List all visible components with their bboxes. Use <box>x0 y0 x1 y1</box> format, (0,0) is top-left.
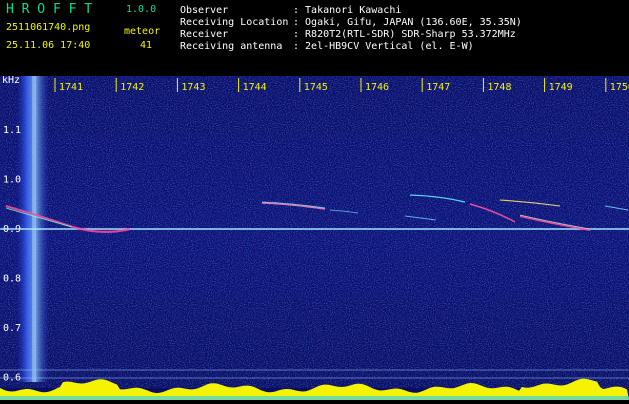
spectrogram-noise <box>0 76 629 400</box>
x-tick-label: 1750 <box>610 82 629 93</box>
info-key-location: Receiving Location <box>180 17 289 28</box>
x-tick-label: 1741 <box>59 82 83 93</box>
spectrogram-panel: kHz 1.1 1.0 0.9 0.8 0.7 0.6 1741 1742 1743 1744 1… <box>0 75 629 400</box>
y-tick-label: 1.0 <box>3 175 21 186</box>
meteor-label: meteor <box>124 26 161 37</box>
info-value-antenna: : 2el-HB9CV Vertical (el. E-W) <box>293 41 474 52</box>
histogram-base-strip <box>0 396 629 400</box>
meteor-count: 41 <box>140 40 153 51</box>
x-tick-label: 1747 <box>426 82 450 93</box>
file-name: 2511061740.png <box>6 22 91 33</box>
info-key-receiver: Receiver <box>180 29 229 40</box>
header-panel: H R O F F T 1.0.0 2511061740.png meteor … <box>0 0 629 76</box>
info-value-observer: : Takanori Kawachi <box>293 5 402 16</box>
x-tick-label: 1743 <box>181 82 205 93</box>
info-key-antenna: Receiving antenna <box>180 41 283 52</box>
info-value-location: : Ogaki, Gifu, JAPAN (136.60E, 35.35N) <box>293 17 522 28</box>
info-key-observer: Observer <box>180 5 229 16</box>
x-tick-label: 1749 <box>549 82 573 93</box>
y-tick-label: 0.8 <box>3 274 21 285</box>
x-tick-label: 1745 <box>304 82 328 93</box>
x-tick-label: 1746 <box>365 82 389 93</box>
info-value-receiver: : R820T2(RTL-SDR) SDR-Sharp 53.372MHz <box>293 29 516 40</box>
y-tick-label: 0.7 <box>3 323 21 334</box>
spectrogram: kHz 1.11.00.90.80.70.6 1741 1742 1743 1744 1… <box>0 75 629 400</box>
x-tick-label: 1744 <box>243 82 267 93</box>
x-tick-label: 1748 <box>487 82 511 93</box>
app-title: H R O F F T <box>6 2 93 17</box>
y-tick-label: 1.1 <box>3 125 21 136</box>
file-datetime: 25.11.06 17:40 <box>6 40 91 51</box>
x-tick-label: 1742 <box>120 82 144 93</box>
y-axis-unit: kHz <box>2 76 20 86</box>
app-version: 1.0.0 <box>126 4 157 15</box>
